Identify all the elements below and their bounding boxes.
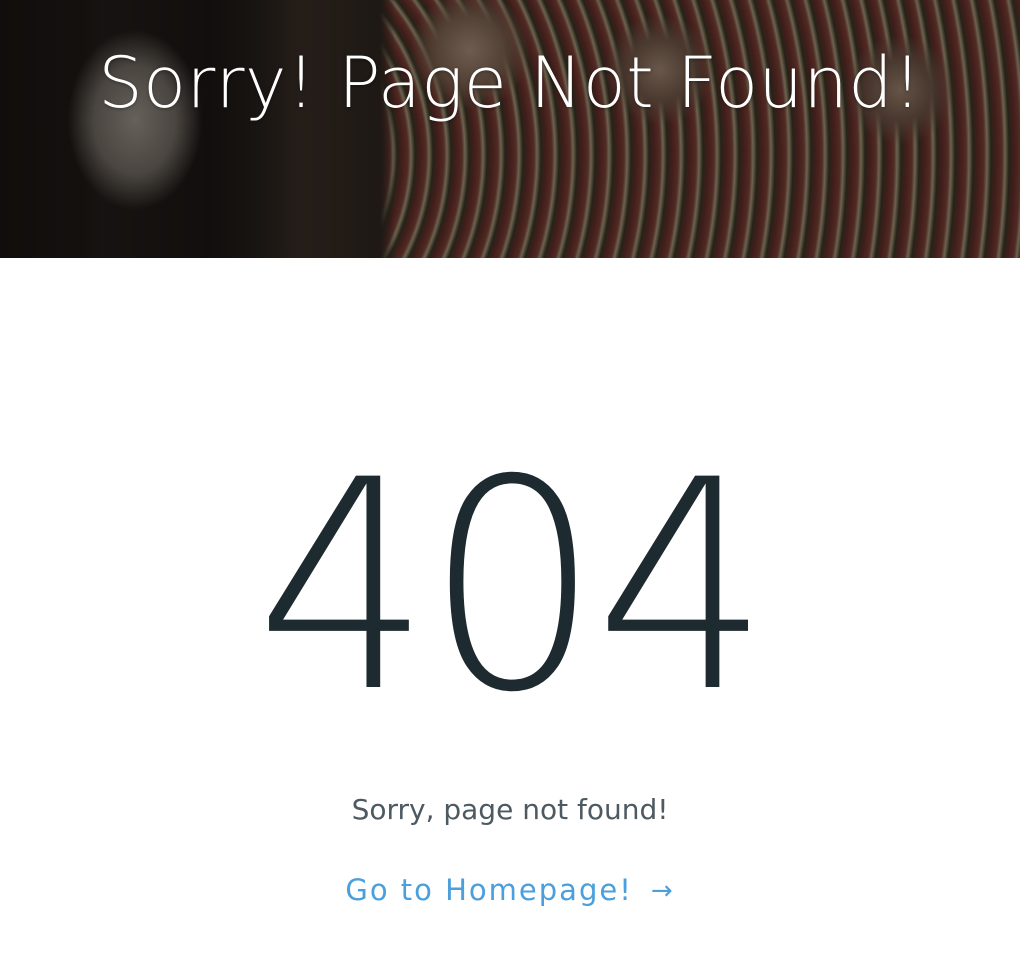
error-message: Sorry, page not found! [351, 793, 669, 826]
error-content: 404 Sorry, page not found! Go to Homepag… [0, 258, 1020, 972]
arrow-right-icon: → [650, 876, 675, 906]
page-title: Sorry! Page Not Found! [98, 42, 922, 124]
go-to-homepage-link[interactable]: Go to Homepage! → [0, 870, 1020, 911]
home-link-label: Go to Homepage! [345, 873, 633, 907]
error-code: 404 [255, 419, 770, 756]
hero-banner: Sorry! Page Not Found! [0, 0, 1020, 258]
